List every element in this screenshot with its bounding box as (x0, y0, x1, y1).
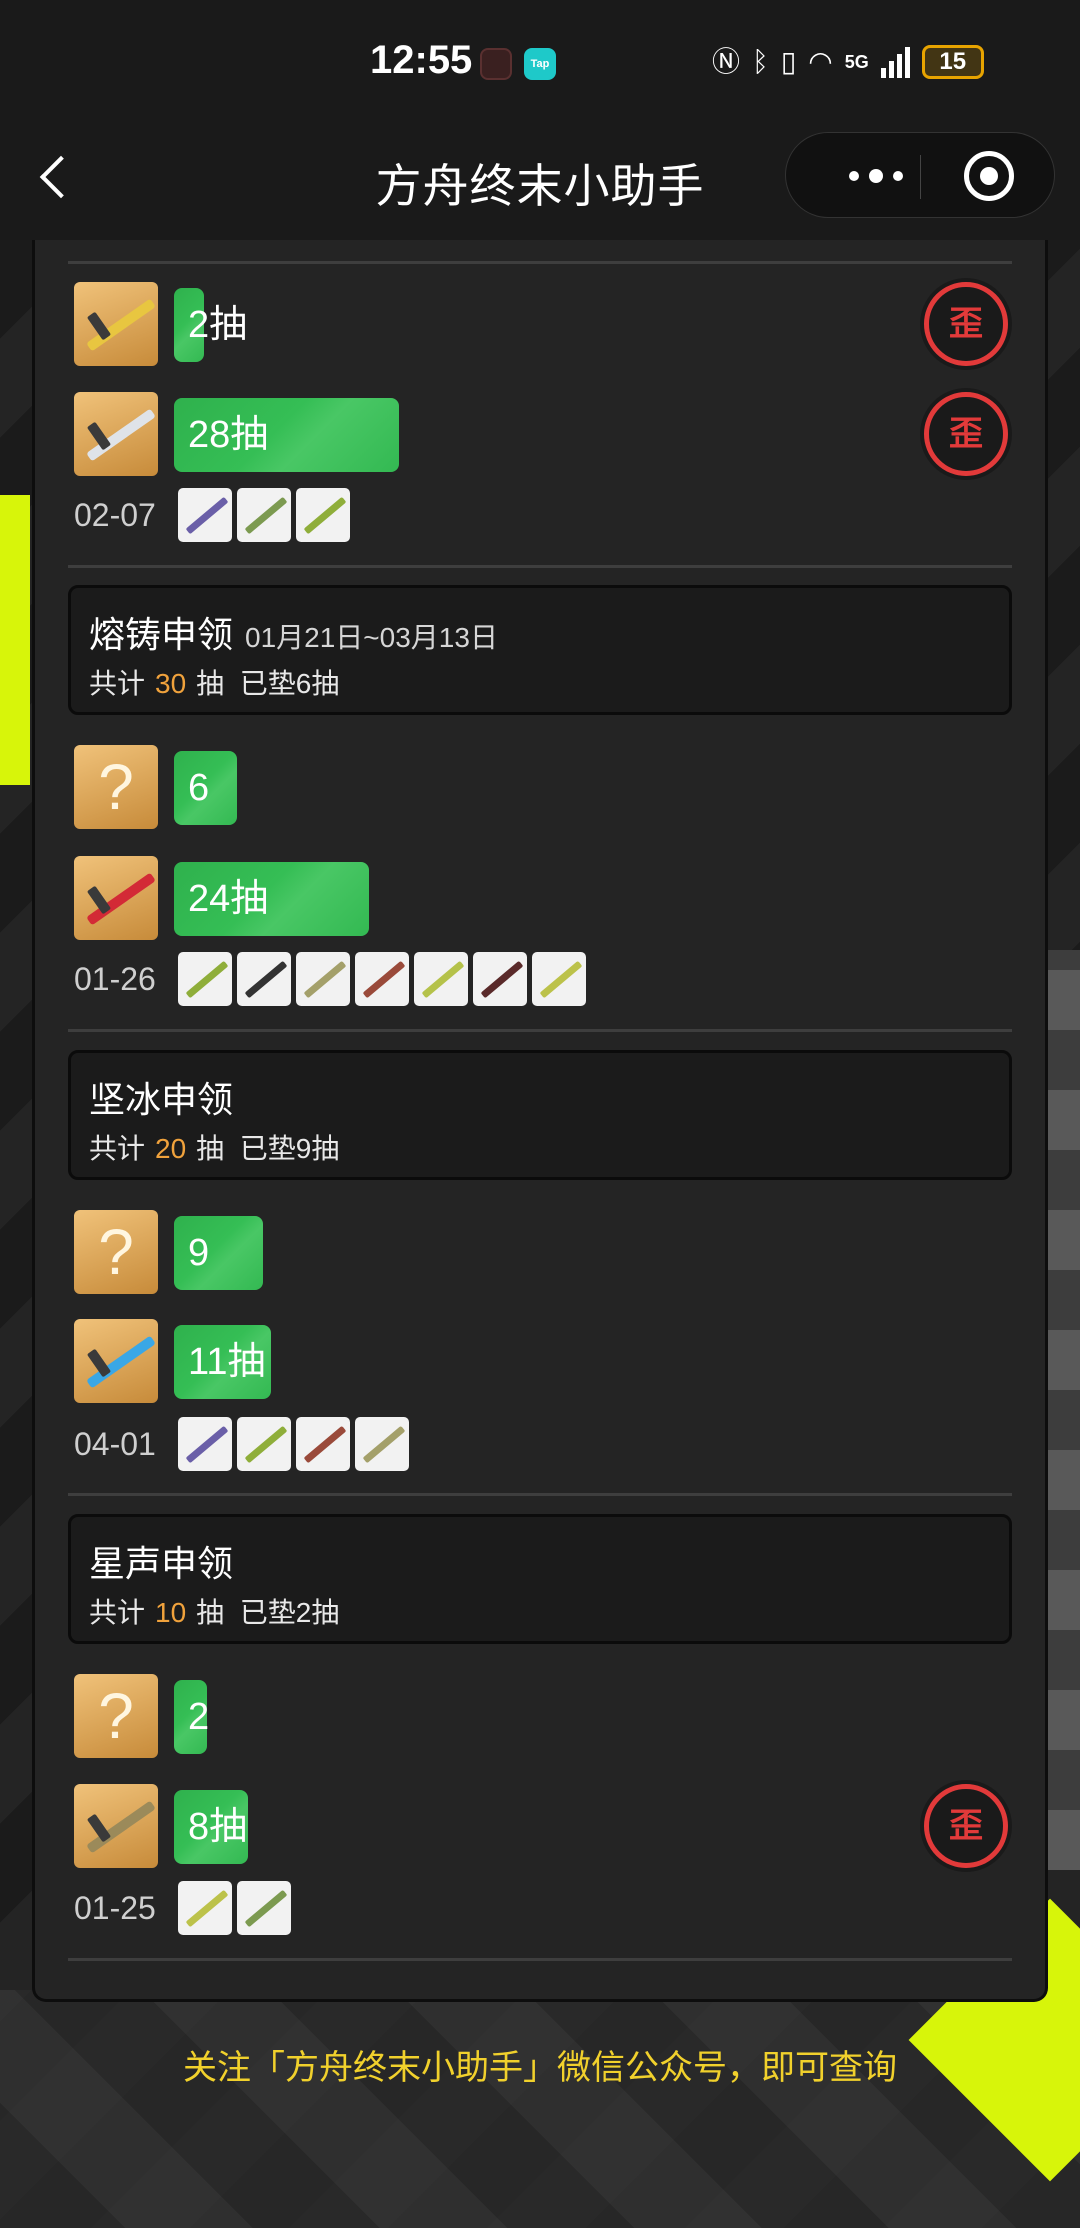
pity-count: 已垫9抽 (239, 1133, 340, 1164)
divider (68, 1958, 1012, 1961)
item-thumb-dark-gear (473, 952, 527, 1006)
background-right-pattern (1045, 950, 1080, 1870)
pull-count-bar: 8抽 (174, 1790, 248, 1864)
item-thumb-yellow-gun (178, 1881, 232, 1935)
pull-row: 11抽 (74, 1319, 1014, 1403)
pull-count-bar: 2抽 (174, 288, 247, 362)
divider (68, 261, 1012, 264)
pull-row: ? 9 (74, 1210, 1014, 1294)
divider (68, 1493, 1012, 1496)
banner-card: 星声申领 共计 10 抽 已垫2抽 (68, 1514, 1012, 1644)
item-thumbnails (178, 1881, 291, 1935)
item-thumbnails (178, 488, 350, 542)
background-bottom-pattern (0, 1990, 1080, 2228)
item-thumb-green-sword (237, 488, 291, 542)
pull-date: 01-26 (74, 960, 156, 997)
pity-count: 已垫6抽 (239, 668, 340, 699)
divider (68, 1029, 1012, 1032)
status-bar: 12:55 Tap Ⓝ ᛒ ▯ ◠ 5G 15 (0, 0, 1080, 120)
unknown-item-icon: ? (74, 1674, 158, 1758)
total-pulls: 30 (155, 668, 187, 699)
wai-badge: 歪 (924, 1784, 1008, 1868)
taptap-app-icon: Tap (524, 48, 556, 80)
item-thumb-green-sword (237, 1881, 291, 1935)
pull-row: 2抽 歪 (74, 282, 1014, 366)
wai-badge: 歪 (924, 392, 1008, 476)
weapon-icon-golden-sword (74, 282, 158, 366)
banner-title: 星声申领 (89, 1543, 234, 1584)
pull-row: 24抽 (74, 856, 1014, 940)
item-thumb-green-rifle (237, 1417, 291, 1471)
pull-count-bar: 6 (174, 751, 237, 825)
unknown-item-icon: ? (74, 745, 158, 829)
date-row: 02-07 (74, 488, 874, 542)
weapon-icon-silver-sword (74, 392, 158, 476)
item-thumb-purple-gun (178, 1417, 232, 1471)
pull-date: 04-01 (74, 1425, 156, 1462)
item-thumb-armor-unit (355, 1417, 409, 1471)
capsule-divider (920, 155, 921, 199)
status-icons: Ⓝ ᛒ ▯ ◠ 5G 15 (712, 42, 984, 82)
battery-level: 15 (939, 48, 967, 75)
item-thumbnails (178, 952, 586, 1006)
network-5g-label: 5G (844, 52, 869, 72)
total-pulls: 10 (155, 1597, 187, 1628)
signal-icon (880, 46, 910, 78)
weapon-icon-red-sword (74, 856, 158, 940)
banner-card: 坚冰申领 共计 20 抽 已垫9抽 (68, 1050, 1012, 1180)
banner-dates: 01月21日~03月13日 (245, 622, 498, 653)
vibrate-icon: ▯ (780, 46, 797, 77)
date-row: 04-01 (74, 1417, 874, 1471)
footer-notice: 关注「方舟终末小助手」微信公众号，即可查询 (183, 2049, 897, 2087)
banner-stats: 共计 30 抽 已垫6抽 (89, 668, 340, 699)
banner-title: 坚冰申领 (89, 1079, 234, 1120)
item-thumb-red-spear (296, 1417, 350, 1471)
battery-icon: 15 (921, 45, 984, 79)
banner-title: 熔铸申领 01月21日~03月13日 (89, 614, 498, 655)
item-thumb-purple-gun (178, 488, 232, 542)
pull-row: 28抽 歪 (74, 392, 1014, 476)
unknown-item-icon: ? (74, 1210, 158, 1294)
status-time: 12:55 (370, 38, 473, 82)
item-thumb-yellow-gun (532, 952, 586, 1006)
notification-app-icon (480, 48, 512, 80)
date-row: 01-25 (74, 1881, 874, 1935)
item-thumb-red-spear (355, 952, 409, 1006)
pull-count-bar: 11抽 (174, 1325, 271, 1399)
item-thumb-green-rifle (296, 488, 350, 542)
pull-row: ? 6 (74, 745, 1014, 829)
nfc-icon: Ⓝ (712, 46, 741, 77)
total-pulls: 20 (155, 1133, 187, 1164)
wifi-icon: ◠ (808, 46, 833, 77)
pull-date: 01-25 (74, 1889, 156, 1926)
pull-count-bar: 9 (174, 1216, 263, 1290)
more-icon[interactable] (826, 159, 926, 193)
banner-card: 熔铸申领 01月21日~03月13日 共计 30 抽 已垫6抽 (68, 585, 1012, 715)
banner-stats: 共计 20 抽 已垫9抽 (89, 1133, 340, 1164)
weapon-icon-blue-sword (74, 1319, 158, 1403)
miniprogram-capsule (785, 132, 1055, 218)
bluetooth-icon: ᛒ (752, 46, 769, 77)
wai-badge: 歪 (924, 282, 1008, 366)
pull-row: ? 2 (74, 1674, 1014, 1758)
pull-count-bar: 2 (174, 1680, 209, 1754)
pull-date: 02-07 (74, 496, 156, 533)
weapon-icon-bronze-polearm (74, 1784, 158, 1868)
banner-stats: 共计 10 抽 已垫2抽 (89, 1597, 340, 1628)
divider (68, 565, 1012, 568)
date-row: 01-26 (74, 952, 874, 1006)
close-miniprogram-icon[interactable] (964, 151, 1014, 201)
pull-row: 8抽 歪 (74, 1784, 1014, 1868)
nav-bar: 方舟终末小助手 (0, 120, 1080, 240)
pull-count-bar: 28抽 (174, 398, 399, 472)
item-thumb-armor-unit (296, 952, 350, 1006)
background-yellow-accent-left (0, 495, 30, 785)
pity-count: 已垫2抽 (239, 1597, 340, 1628)
item-thumb-green-rifle (178, 952, 232, 1006)
item-thumb-green-rifle (414, 952, 468, 1006)
item-thumb-black-blade (237, 952, 291, 1006)
pull-count-bar: 24抽 (174, 862, 369, 936)
item-thumbnails (178, 1417, 409, 1471)
